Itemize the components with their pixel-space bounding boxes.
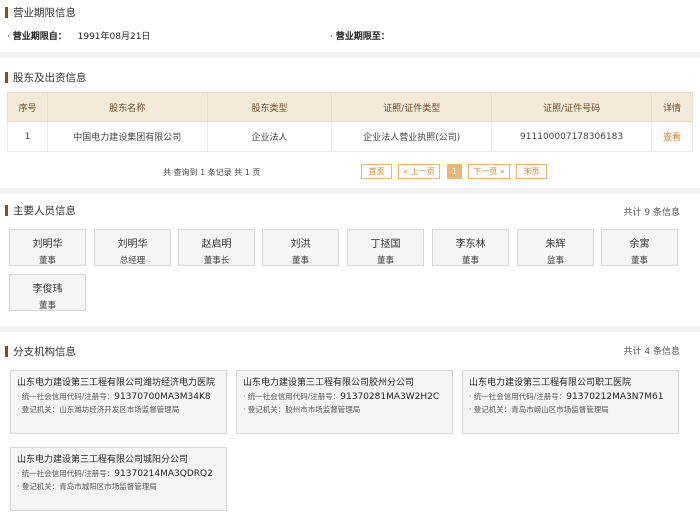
section-marker-icon [5,71,8,83]
table-cell: 1 [7,121,48,152]
shareholders-section-title: 股东及出资信息 [5,70,87,84]
view-detail-link[interactable]: 查看 [651,121,693,152]
branch-card[interactable]: 山东电力建设第三工程有限公司城阳分公司 · 统一社会信用代码/注册号：91370… [10,447,227,511]
person-name: 赵启明 [201,239,232,250]
branch-code: 91370214MA3QDRQ2 [114,469,213,479]
section-marker-icon [5,6,8,18]
branch-name: 山东电力建设第三工程有限公司胶州分公司 [243,378,415,388]
person-role: 董事 [291,256,309,266]
table-cell: 911100007178306183 [491,121,653,152]
column-header: 证照/证件类型 [331,92,493,122]
personnel-section-title: 主要人员信息 [5,203,76,217]
table-cell: 中国电力建设集团有限公司 [46,121,208,152]
section-divider [0,326,700,332]
branch-code-line: · 统一社会信用代码/注册号：91370212MA3N7M61 [469,392,664,402]
branch-authority: 山东潍坊经济开发区市场监督管理局 [59,405,180,414]
branch-authority: 胶州市市场监督管理局 [285,405,361,414]
branch-authority: 青岛市城阳区市场监督管理局 [59,482,157,491]
section-divider [0,52,700,58]
branch-card[interactable]: 山东电力建设第三工程有限公司职工医院 · 统一社会信用代码/注册号：913702… [462,370,679,434]
pager-prev-button[interactable]: « 上一页 [398,164,440,179]
person-role: 董事 [461,256,479,266]
table-cell: 企业法人 [206,121,333,152]
person-role: 总经理 [119,256,146,266]
person-name: 朱辉 [545,239,566,250]
person-card[interactable]: 李东林 董事 [432,229,509,266]
person-card[interactable]: 李俊玮 董事 [9,274,86,311]
person-name: 丁拯国 [370,239,401,250]
person-card[interactable]: 朱辉 监事 [517,229,594,266]
table-cell: 企业法人营业执照(公司) [331,121,493,152]
branch-code: 91370281MA3W2H2C [340,392,440,402]
person-role: 董事 [376,256,394,266]
person-card[interactable]: 刘明华 董事 [9,229,86,266]
pager-current-page[interactable]: 1 [447,164,462,179]
person-name: 余寓 [629,239,650,250]
person-role: 监事 [546,256,564,266]
branch-code-line: · 统一社会信用代码/注册号：91370281MA3W2H2C [243,392,440,402]
shareholders-table: 序号 股东名称 股东类型 证照/证件类型 证照/证件号码 详情 1 中国电力建设… [7,92,693,152]
term-to-label: 营业期限至： [335,32,390,42]
branch-code: 91370212MA3N7M61 [566,392,664,402]
column-header: 序号 [7,92,48,122]
branch-authority-line: · 登记机关：青岛市崂山区市场监督管理局 [469,405,609,414]
column-header: 证照/证件号码 [491,92,653,122]
branch-code: 91370700MA3M34K8 [114,392,211,402]
branch-card[interactable]: 山东电力建设第三工程有限公司潍坊经济电力医院 · 统一社会信用代码/注册号：91… [10,370,227,434]
column-header: 详情 [651,92,693,122]
pager-last-button[interactable]: 末页 [516,164,547,179]
branch-authority-line: · 登记机关：青岛市城阳区市场监督管理局 [17,482,157,491]
branch-authority: 青岛市崂山区市场监督管理局 [511,405,609,414]
branch-card[interactable]: 山东电力建设第三工程有限公司胶州分公司 · 统一社会信用代码/注册号：91370… [236,370,453,434]
term-from: · 营业期限自： 1991年08月21日 [7,32,151,42]
term-from-label: 营业期限自： [12,32,67,42]
section-divider [0,188,700,194]
term-to: · 营业期限至： [330,32,390,42]
person-card[interactable]: 余寓 董事 [601,229,678,266]
person-card[interactable]: 丁拯国 董事 [347,229,424,266]
table-row: 1 中国电力建设集团有限公司 企业法人 企业法人营业执照(公司) 9111000… [7,121,693,152]
person-name: 刘明华 [32,239,63,250]
person-name: 李俊玮 [32,284,63,295]
branch-code-line: · 统一社会信用代码/注册号：91370700MA3M34K8 [17,392,211,402]
branches-section-title: 分支机构信息 [5,344,76,358]
person-card[interactable]: 刘明华 总经理 [94,229,171,266]
person-card[interactable]: 赵启明 董事长 [178,229,255,266]
person-card[interactable]: 刘洪 董事 [262,229,339,266]
section-title-text: 股东及出资信息 [13,71,87,84]
branches-count: 共计 4 条信息 [623,347,680,357]
personnel-count: 共计 9 条信息 [623,208,680,218]
person-role: 董事 [38,301,56,311]
person-role: 董事 [630,256,648,266]
section-title-text: 主要人员信息 [13,204,76,217]
person-name: 刘明华 [117,239,148,250]
table-header-row: 序号 股东名称 股东类型 证照/证件类型 证照/证件号码 详情 [7,92,693,122]
business-term-section-title: 营业期限信息 [5,5,76,19]
branch-name: 山东电力建设第三工程有限公司职工医院 [469,378,632,388]
column-header: 股东类型 [206,92,333,122]
section-title-text: 分支机构信息 [13,345,76,358]
pager-next-button[interactable]: 下一页 » [468,164,510,179]
pager-first-button[interactable]: 首页 [361,164,392,179]
section-marker-icon [5,204,8,216]
person-role: 董事长 [203,256,230,266]
section-title-text: 营业期限信息 [13,6,76,19]
column-header: 股东名称 [46,92,208,122]
pager-summary: 共 查询到 1 条记录 共 1 页 [163,168,261,177]
section-marker-icon [5,345,8,357]
person-name: 李东林 [455,239,486,250]
branch-code-line: · 统一社会信用代码/注册号：91370214MA3QDRQ2 [17,469,213,479]
term-from-value: 1991年08月21日 [77,32,151,42]
branch-name: 山东电力建设第三工程有限公司城阳分公司 [17,455,189,465]
branch-authority-line: · 登记机关：山东潍坊经济开发区市场监督管理局 [17,405,180,414]
branch-authority-line: · 登记机关：胶州市市场监督管理局 [243,405,361,414]
person-role: 董事 [38,256,56,266]
branch-name: 山东电力建设第三工程有限公司潍坊经济电力医院 [17,378,216,388]
person-name: 刘洪 [290,239,311,250]
